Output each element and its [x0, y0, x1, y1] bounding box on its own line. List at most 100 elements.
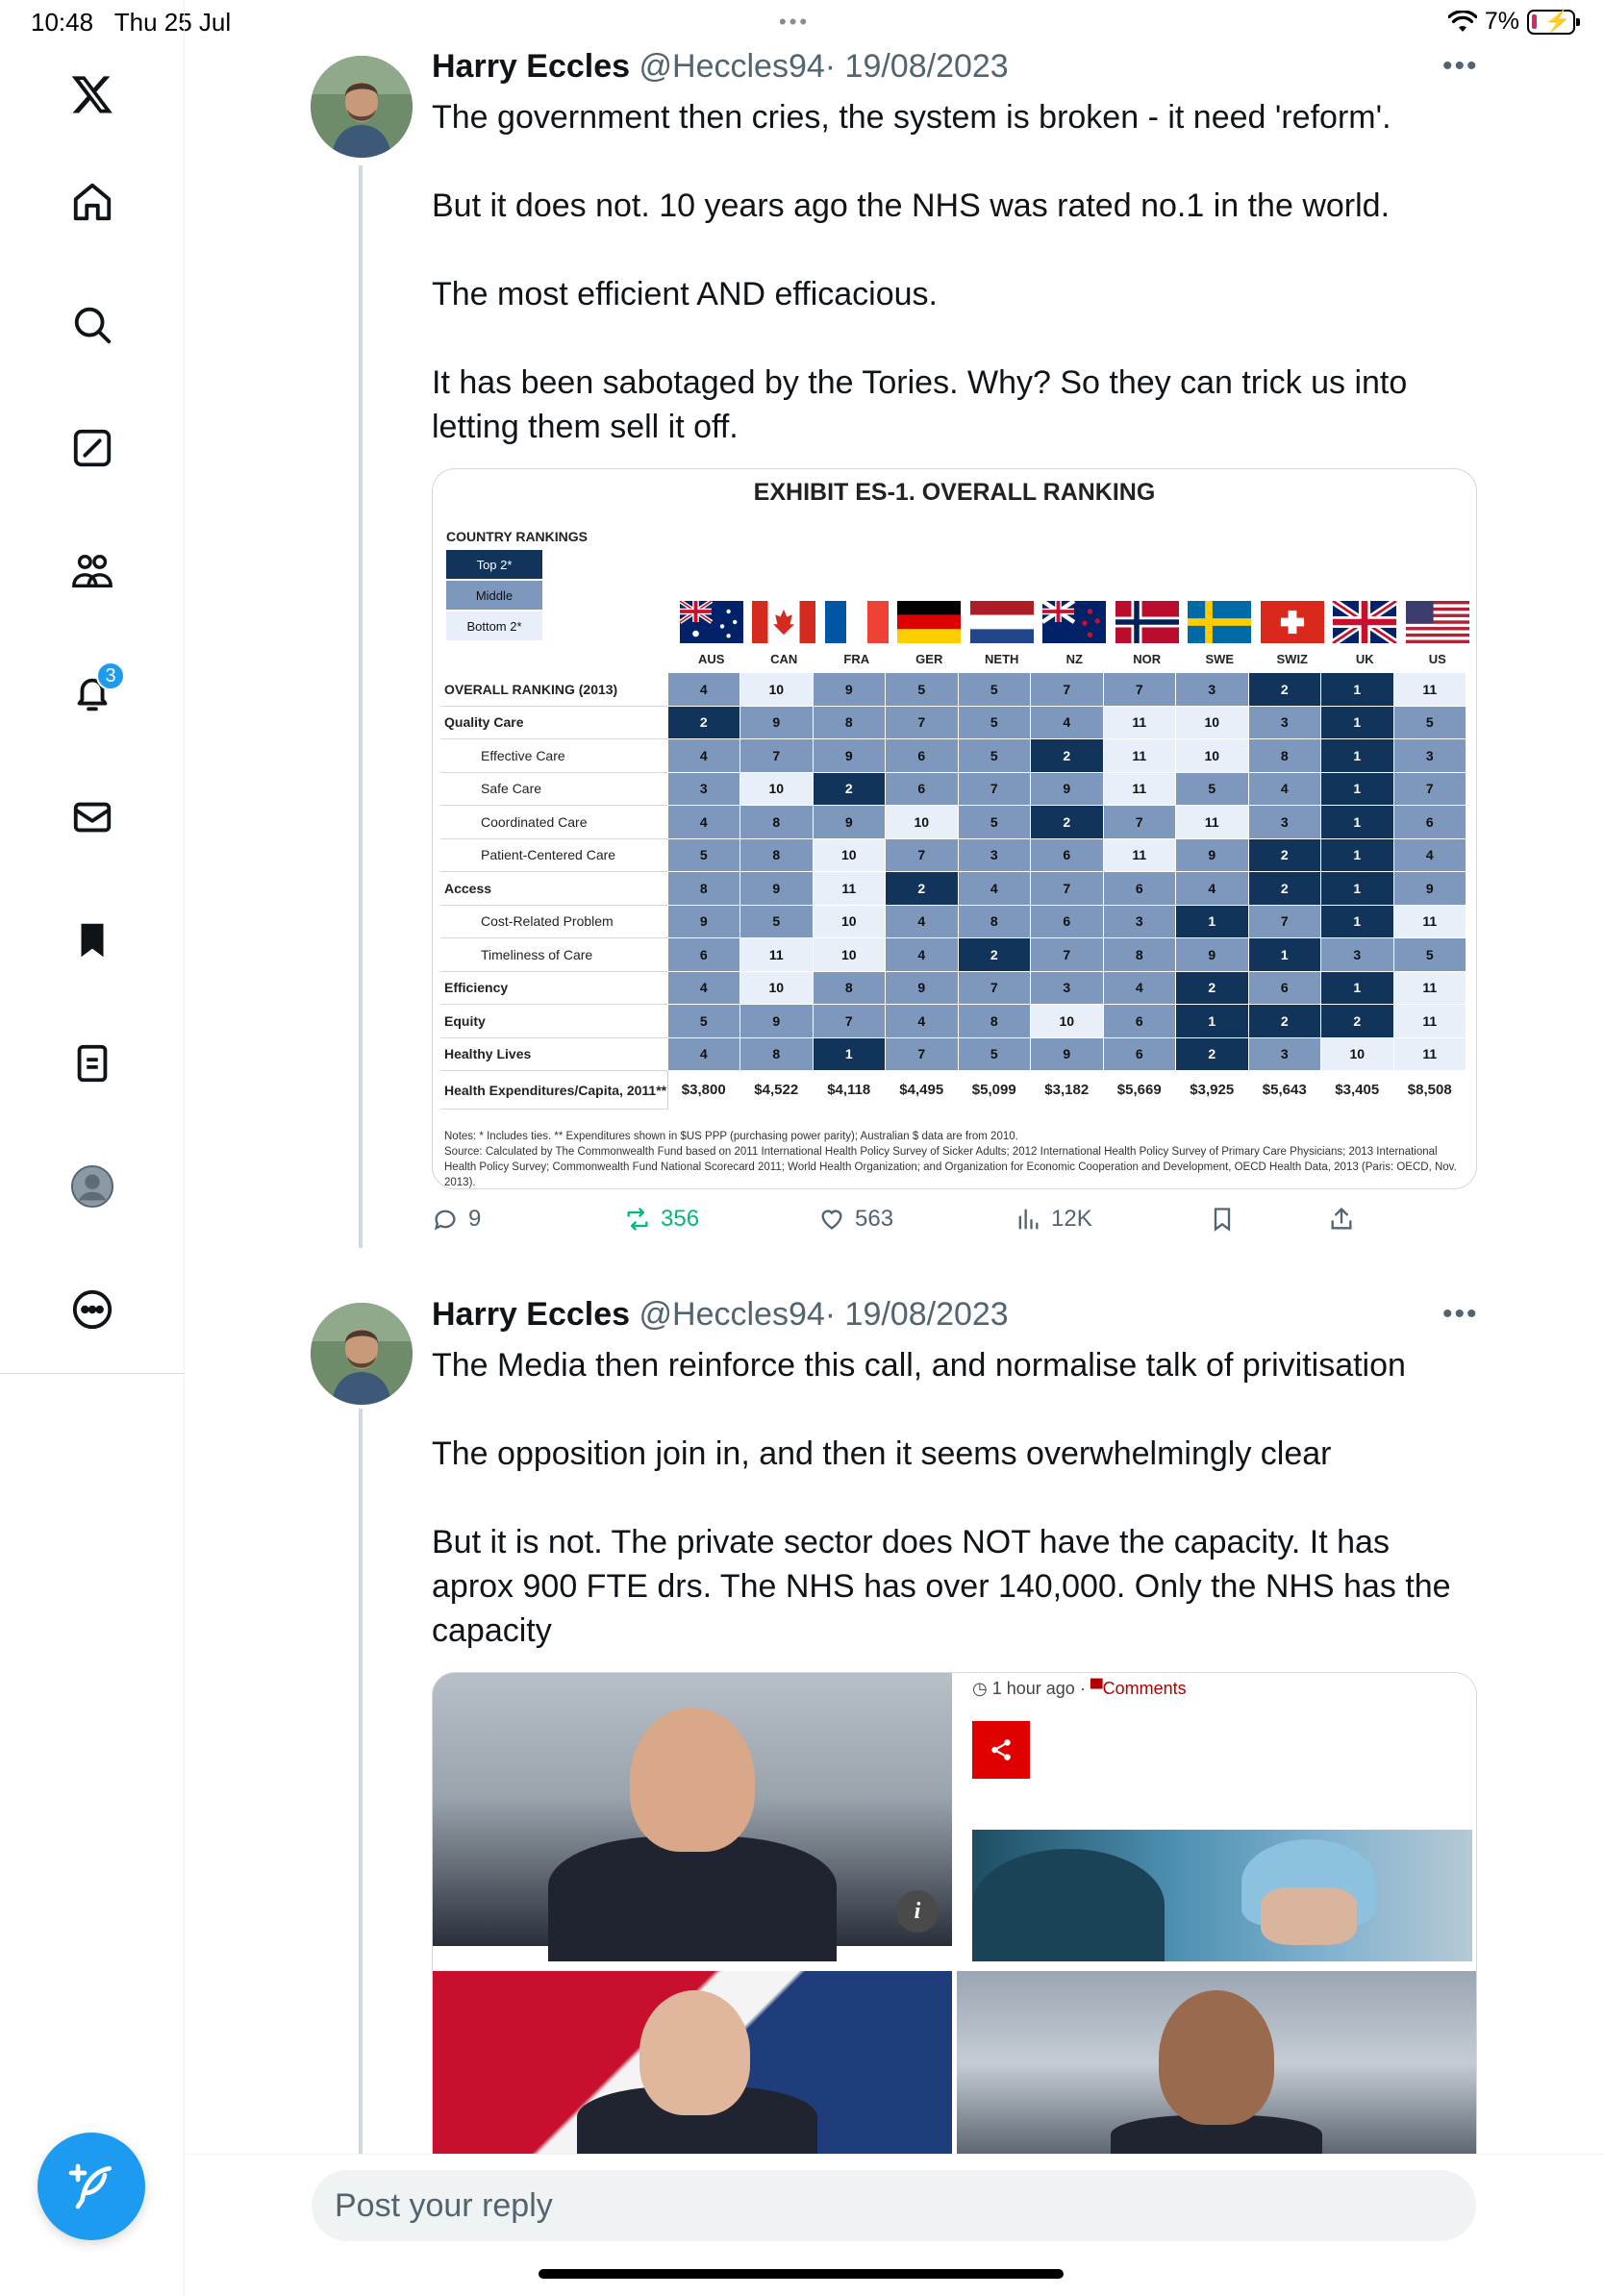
rank-cell: 5	[957, 805, 1031, 839]
rank-cell: 1	[1175, 904, 1249, 938]
rank-cell: 10	[739, 672, 814, 707]
messages-envelope-icon[interactable]	[54, 779, 131, 856]
article-preview[interactable]: ◷ 1 hour ago · ▀Comments	[957, 1673, 1476, 1961]
rank-cell: 2	[1175, 970, 1249, 1005]
rank-cell: 8	[739, 837, 814, 872]
multitasking-dots-icon[interactable]: •••	[779, 10, 810, 35]
notifications-bell-icon[interactable]: 3	[54, 656, 131, 733]
table-row: Quality Care 2 9 8 7 5 4 11 10 3 1 5	[440, 705, 1466, 739]
rank-cell: 4	[885, 937, 959, 972]
clock-icon: ◷	[972, 1679, 988, 1698]
photo-politician-flag[interactable]	[433, 1971, 952, 2155]
photo-politician-smiling[interactable]	[957, 1971, 1476, 2155]
rank-cell: 10	[1030, 1004, 1104, 1038]
author-handle[interactable]: @Heccles94	[639, 1296, 825, 1333]
share-icon[interactable]	[972, 1721, 1030, 1779]
col-header: NOR	[1133, 652, 1162, 666]
home-icon[interactable]	[54, 163, 131, 240]
tweet-paragraph: The government then cries, the system is…	[432, 99, 1391, 136]
flag-ger-icon	[893, 599, 966, 645]
rank-cell: 8	[812, 970, 886, 1005]
share-button[interactable]	[1328, 1206, 1355, 1233]
comments-link[interactable]: Comments	[1103, 1679, 1187, 1698]
bookmarks-icon[interactable]	[54, 902, 131, 979]
rank-cell: 10	[1175, 738, 1249, 773]
flag-us-icon	[1401, 599, 1474, 645]
reply-button[interactable]: 9	[432, 1206, 481, 1233]
table-row: Coordinated Care 4 8 9 10 5 2 7 11 3 1 6	[440, 805, 1466, 839]
author-name[interactable]: Harry Eccles	[432, 48, 630, 85]
rank-cell: 3	[1247, 705, 1321, 739]
rank-cell: 3	[1392, 738, 1466, 773]
tweet-more-options-icon[interactable]: •••	[1442, 1298, 1479, 1331]
expenditure-cell: $3,182	[1030, 1070, 1104, 1110]
expenditure-cell: $3,800	[666, 1070, 740, 1110]
legend-title: COUNTRY RANKINGS	[446, 529, 589, 544]
retweet-count: 356	[661, 1206, 700, 1232]
col-header: NZ	[1065, 652, 1083, 666]
rank-cell: 4	[885, 1004, 959, 1038]
search-icon[interactable]	[54, 287, 131, 363]
rank-cell: 3	[1320, 937, 1394, 972]
col-header: AUS	[698, 652, 725, 666]
like-button[interactable]: 563	[818, 1206, 893, 1233]
rank-cell: 1	[1175, 1004, 1249, 1038]
profile-avatar-icon[interactable]	[54, 1148, 131, 1225]
rank-cell: 2	[666, 705, 740, 739]
table-row: Equity 5 9 7 4 8 10 6 1 2 2 11	[440, 1004, 1466, 1038]
tweet-paragraph: The opposition join in, and then it seem…	[432, 1435, 1332, 1472]
row-label: Healthy Lives	[440, 1037, 667, 1071]
rank-cell: 4	[666, 672, 740, 707]
rank-cell: 9	[1392, 871, 1466, 906]
author-avatar[interactable]	[311, 1303, 413, 1405]
retweet-icon	[627, 1208, 648, 1231]
views-button[interactable]: 12K	[1015, 1206, 1092, 1233]
table-row: Healthy Lives 4 8 1 7 5 9 6 2 3 10 11	[440, 1036, 1466, 1071]
rank-cell: 10	[812, 937, 886, 972]
rank-cell: 1	[812, 1036, 886, 1071]
rank-cell: 2	[1030, 738, 1104, 773]
photo-politician-suit[interactable]: i	[433, 1673, 952, 1961]
more-circle-icon[interactable]	[54, 1271, 131, 1348]
sidebar-divider	[0, 1373, 185, 1374]
communities-icon[interactable]	[54, 533, 131, 610]
author-name[interactable]: Harry Eccles	[432, 1296, 630, 1333]
rank-cell: 5	[666, 1004, 740, 1038]
rank-cell: 9	[739, 1004, 814, 1038]
author-avatar[interactable]	[311, 56, 413, 158]
tweet-media-grid[interactable]: i ◷ 1 hour ago · ▀Comments	[432, 1672, 1477, 2155]
rank-cell: 7	[957, 771, 1031, 806]
home-indicator[interactable]	[539, 2269, 1064, 2279]
tweet-more-options-icon[interactable]: •••	[1442, 50, 1479, 83]
info-icon[interactable]: i	[896, 1890, 939, 1933]
tweet-paragraph: It has been sabotaged by the Tories. Why…	[432, 364, 1408, 445]
rank-cell: 4	[666, 738, 740, 773]
rank-cell: 5	[957, 705, 1031, 739]
rank-cell: 2	[1320, 1004, 1394, 1038]
rank-cell: 3	[957, 837, 1031, 872]
reply-bubble-icon	[434, 1210, 456, 1231]
bookmark-button[interactable]	[1209, 1206, 1236, 1233]
photo-surgeons[interactable]	[972, 1830, 1472, 1961]
retweet-button[interactable]: 356	[624, 1206, 699, 1233]
expenditure-cell: $4,522	[739, 1070, 814, 1110]
grok-icon[interactable]	[54, 410, 131, 487]
rank-cell: 3	[1175, 672, 1249, 707]
author-handle[interactable]: @Heccles94	[639, 48, 825, 85]
lists-icon[interactable]	[54, 1025, 131, 1102]
table-row: Access 8 9 11 2 4 7 6 4 2 1 9	[440, 871, 1466, 906]
battery-percent: 7%	[1484, 8, 1519, 35]
tweet-paragraph: But it is not. The private sector does N…	[432, 1524, 1451, 1649]
tweet-date[interactable]: · 19/08/2023	[825, 48, 1009, 85]
reply-input[interactable]: Post your reply	[312, 2170, 1476, 2241]
compose-post-button[interactable]	[38, 2133, 145, 2240]
rank-cell: 3	[1030, 970, 1104, 1005]
rank-cell: 6	[1102, 1036, 1176, 1071]
rank-cell: 7	[739, 738, 814, 773]
x-logo-icon[interactable]	[54, 56, 131, 133]
legend-top: Top 2*	[446, 550, 542, 579]
rank-cell: 4	[885, 904, 959, 938]
rank-cell: 8	[1102, 937, 1176, 972]
tweet-image-ranking-chart[interactable]: EXHIBIT ES-1. OVERALL RANKING COUNTRY RA…	[432, 468, 1477, 1189]
tweet-date[interactable]: · 19/08/2023	[825, 1296, 1009, 1333]
